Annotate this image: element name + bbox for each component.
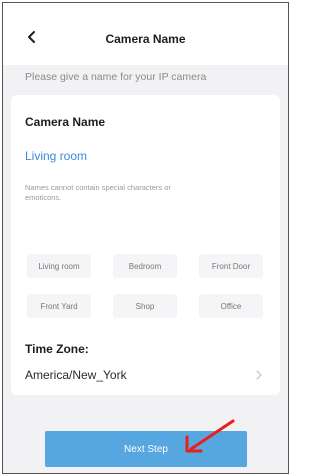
preset-chip-shop[interactable]: Shop bbox=[113, 294, 177, 318]
time-zone-label: Time Zone: bbox=[25, 342, 89, 356]
page-subtitle: Please give a name for your IP camera bbox=[25, 71, 207, 83]
name-hint-text: Names cannot contain special characters … bbox=[25, 183, 171, 202]
preset-chip-office[interactable]: Office bbox=[199, 294, 263, 318]
time-zone-value: America/New_York bbox=[25, 368, 127, 382]
time-zone-selector[interactable]: America/New_York bbox=[11, 360, 280, 388]
next-step-button[interactable]: Next Step bbox=[45, 431, 247, 467]
settings-card: Camera Name Names cannot contain special… bbox=[11, 95, 280, 395]
preset-chip-front-yard[interactable]: Front Yard bbox=[27, 294, 91, 318]
chevron-right-icon bbox=[256, 370, 262, 380]
header-bar: Camera Name bbox=[3, 3, 288, 65]
preset-chip-living-room[interactable]: Living room bbox=[27, 254, 91, 278]
camera-name-heading: Camera Name bbox=[25, 115, 106, 129]
camera-name-screen: Camera Name Please give a name for your … bbox=[2, 2, 289, 474]
preset-chip-bedroom[interactable]: Bedroom bbox=[113, 254, 177, 278]
preset-chip-front-door[interactable]: Front Door bbox=[199, 254, 263, 278]
camera-name-input[interactable] bbox=[25, 149, 225, 163]
page-title: Camera Name bbox=[105, 32, 186, 46]
